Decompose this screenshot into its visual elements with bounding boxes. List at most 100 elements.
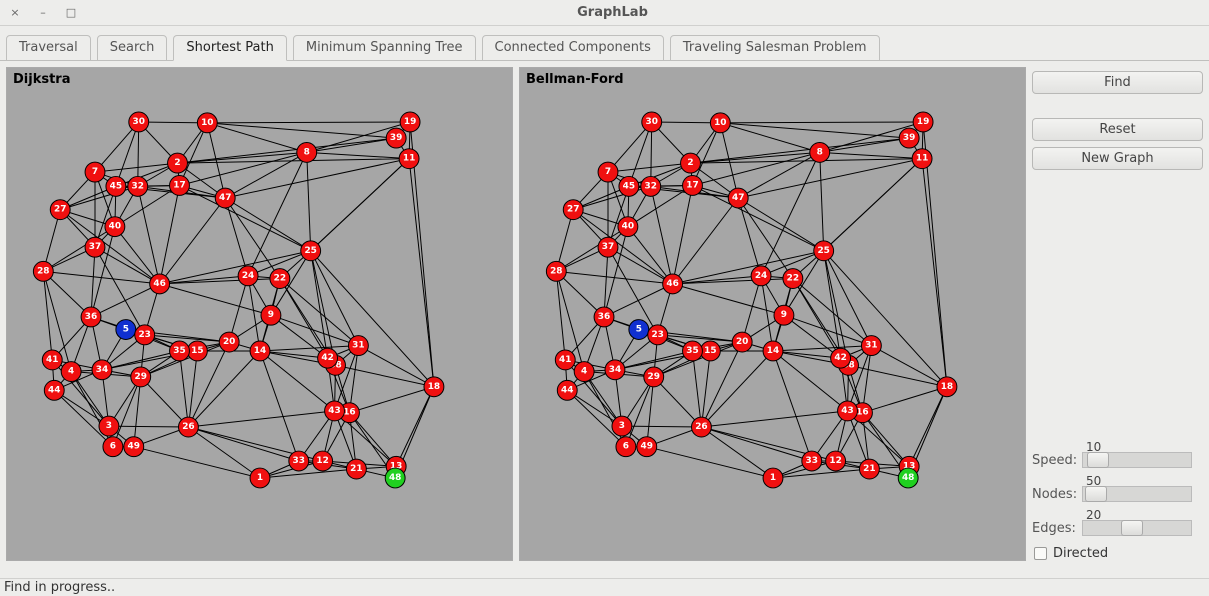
- graph-node-label: 7: [92, 167, 98, 177]
- graph-node-label: 45: [110, 181, 122, 191]
- graph-node-label: 33: [806, 456, 818, 466]
- graph-node-label: 47: [732, 193, 744, 203]
- graph-node-label: 7: [605, 167, 611, 177]
- reset-button[interactable]: Reset: [1032, 118, 1203, 141]
- graph-node-label: 37: [602, 242, 614, 252]
- graph-node-label: 9: [268, 310, 274, 320]
- graph-node-label: 21: [350, 464, 362, 474]
- graph-node-label: 14: [767, 346, 779, 356]
- graph-node-label: 3: [106, 421, 112, 431]
- status-bar: Find in progress..: [0, 578, 1209, 596]
- graph-node-label: 41: [46, 355, 58, 365]
- graph-node-label: 41: [559, 355, 571, 365]
- graph-node-label: 17: [686, 180, 698, 190]
- graph-node-label: 27: [54, 205, 66, 215]
- panel-title-dijkstra: Dijkstra: [13, 72, 70, 87]
- graph-node-label: 37: [89, 242, 101, 252]
- graph-node-label: 28: [37, 266, 49, 276]
- graph-node-label: 5: [123, 325, 129, 335]
- graph-node-label: 35: [686, 346, 698, 356]
- tab-connected-components[interactable]: Connected Components: [482, 35, 664, 61]
- graph-node-label: 18: [428, 382, 440, 392]
- graph-node-label: 39: [903, 133, 915, 143]
- graph-node-label: 8: [817, 147, 823, 157]
- graph-node-label: 46: [666, 279, 678, 289]
- find-button[interactable]: Find: [1032, 71, 1203, 94]
- graph-node-label: 26: [695, 422, 707, 432]
- graph-node-label: 17: [173, 180, 185, 190]
- tab-shortest-path[interactable]: Shortest Path: [173, 35, 286, 61]
- graph-node-label: 6: [623, 442, 629, 452]
- window-close-button[interactable]: ×: [8, 6, 22, 19]
- graph-node-label: 24: [755, 271, 767, 281]
- speed-label: Speed:: [1032, 453, 1078, 468]
- graph-node-label: 12: [829, 456, 841, 466]
- graph-node-label: 31: [352, 341, 364, 351]
- graph-node-label: 9: [781, 310, 787, 320]
- graph-node-label: 27: [567, 205, 579, 215]
- window-maximize-button[interactable]: □: [64, 6, 78, 19]
- nodes-slider[interactable]: [1082, 486, 1192, 502]
- graph-node-label: 3: [619, 421, 625, 431]
- graph-dijkstra[interactable]: 1234567891011121314151617181920212223242…: [7, 68, 512, 560]
- graph-node-label: 23: [651, 330, 663, 340]
- graph-node-label: 43: [328, 406, 340, 416]
- graph-node-label: 32: [645, 181, 657, 191]
- directed-checkbox[interactable]: [1034, 547, 1047, 560]
- graph-node-label: 19: [917, 117, 929, 127]
- graph-node-label: 12: [316, 456, 328, 466]
- graph-node-label: 36: [85, 312, 97, 322]
- graph-node-label: 11: [916, 154, 928, 164]
- graph-node-label: 6: [110, 442, 116, 452]
- graph-node-label: 34: [609, 365, 621, 375]
- tab-minimum-spanning-tree[interactable]: Minimum Spanning Tree: [293, 35, 476, 61]
- graph-node-label: 40: [109, 222, 121, 232]
- graph-node-label: 32: [132, 181, 144, 191]
- edges-slider[interactable]: [1082, 520, 1192, 536]
- panel-title-bellman-ford: Bellman-Ford: [526, 72, 624, 87]
- graph-node-label: 24: [242, 271, 254, 281]
- tab-search[interactable]: Search: [97, 35, 168, 61]
- panel-bellman-ford: Bellman-Ford 123456789101112131415161718…: [519, 67, 1026, 561]
- graph-bellman-ford[interactable]: 1234567891011121314151617181920212223242…: [520, 68, 1025, 560]
- new-graph-button[interactable]: New Graph: [1032, 147, 1203, 170]
- panel-dijkstra: Dijkstra 1234567891011121314151617181920…: [6, 67, 513, 561]
- graph-node-label: 29: [648, 372, 660, 382]
- graph-node-label: 28: [550, 266, 562, 276]
- tab-bar: TraversalSearchShortest Path Minimum Span…: [0, 26, 1209, 60]
- graph-node-label: 1: [770, 473, 776, 483]
- directed-label: Directed: [1053, 546, 1108, 561]
- graph-node-label: 14: [254, 346, 266, 356]
- graph-node-label: 26: [182, 422, 194, 432]
- graph-node-label: 20: [223, 337, 235, 347]
- tab-traveling-salesman-problem[interactable]: Traveling Salesman Problem: [670, 35, 880, 61]
- graph-node-label: 42: [834, 353, 846, 363]
- graph-node-label: 42: [321, 353, 333, 363]
- graph-node-label: 21: [863, 464, 875, 474]
- graph-node-label: 29: [135, 372, 147, 382]
- graph-node-label: 36: [598, 312, 610, 322]
- graph-node-label: 10: [201, 118, 213, 128]
- graph-node-label: 2: [687, 158, 693, 168]
- titlebar: × – □ GraphLab: [0, 0, 1209, 26]
- graph-node-label: 46: [153, 279, 165, 289]
- tab-traversal[interactable]: Traversal: [6, 35, 91, 61]
- window-minimize-button[interactable]: –: [36, 6, 50, 19]
- graph-node-label: 30: [646, 117, 658, 127]
- sidebar: Find Reset New Graph 10 Speed: 50 Nodes:…: [1032, 67, 1203, 561]
- graph-node-label: 18: [941, 382, 953, 392]
- graph-node-label: 48: [902, 473, 914, 483]
- graph-node-label: 45: [623, 181, 635, 191]
- graph-node-label: 20: [736, 337, 748, 347]
- graph-node-label: 44: [48, 385, 60, 395]
- graph-node-label: 40: [622, 222, 634, 232]
- graph-node-label: 16: [343, 408, 355, 418]
- graph-node-label: 34: [96, 365, 108, 375]
- graph-node-label: 44: [561, 385, 573, 395]
- speed-slider[interactable]: [1082, 452, 1192, 468]
- graph-node-label: 43: [841, 406, 853, 416]
- graph-node-label: 25: [817, 246, 829, 256]
- graph-node-label: 33: [293, 456, 305, 466]
- nodes-label: Nodes:: [1032, 487, 1078, 502]
- graph-node-label: 39: [390, 133, 402, 143]
